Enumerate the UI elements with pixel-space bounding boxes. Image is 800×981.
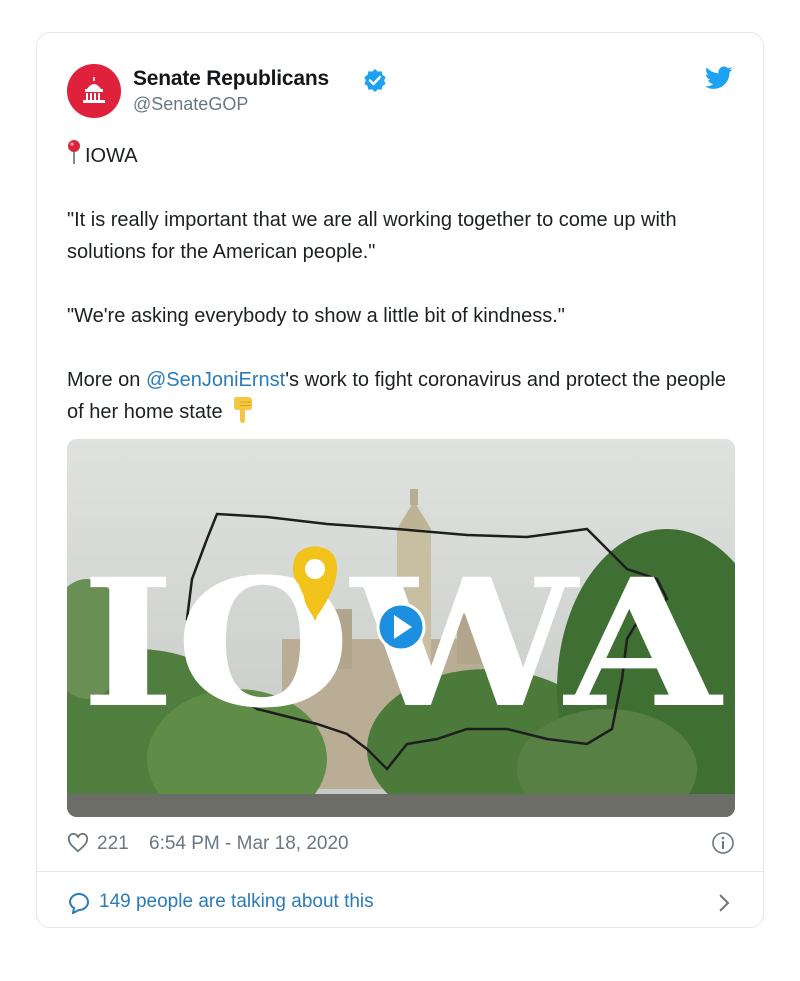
heart-icon[interactable] <box>67 833 89 853</box>
divider <box>37 871 763 872</box>
timestamp-link[interactable]: 6:54 PM - Mar 18, 2020 <box>149 833 349 855</box>
tweet-card: Senate Republicans @SenateGOP IOWA "It i… <box>36 32 764 928</box>
avatar[interactable] <box>67 64 121 118</box>
mention-link[interactable]: @SenJoniErnst <box>146 369 285 391</box>
user-handle[interactable]: @SenateGOP <box>133 94 248 115</box>
conversation-link[interactable]: 149 people are talking about this <box>67 889 735 915</box>
chevron-right-icon <box>719 894 730 912</box>
speech-bubble-icon <box>68 893 89 914</box>
capitol-icon <box>83 77 105 103</box>
video-still: IOWA <box>67 439 735 817</box>
more-on-line: More on @SenJoniErnst's work to fight co… <box>67 364 737 428</box>
pointing-down-icon <box>233 397 252 423</box>
location-line: IOWA <box>67 139 737 172</box>
display-name[interactable]: Senate Republicans <box>133 67 329 91</box>
more-prefix: More on <box>67 369 146 391</box>
verified-badge-icon <box>364 69 386 92</box>
video-thumbnail[interactable]: IOWA <box>67 439 735 817</box>
tweet-text: IOWA "It is really important that we are… <box>67 139 737 428</box>
conversation-label: 149 people are talking about this <box>99 891 374 912</box>
quote-2: "We're asking everybody to show a little… <box>67 305 565 327</box>
twitter-bird-icon[interactable] <box>705 66 733 90</box>
like-count[interactable]: 221 <box>97 833 129 855</box>
tweet-meta: 221 6:54 PM - Mar 18, 2020 <box>67 831 735 857</box>
quote-1: "It is really important that we are all … <box>67 209 677 263</box>
info-icon[interactable] <box>711 831 735 855</box>
round-pushpin-icon <box>68 140 80 164</box>
